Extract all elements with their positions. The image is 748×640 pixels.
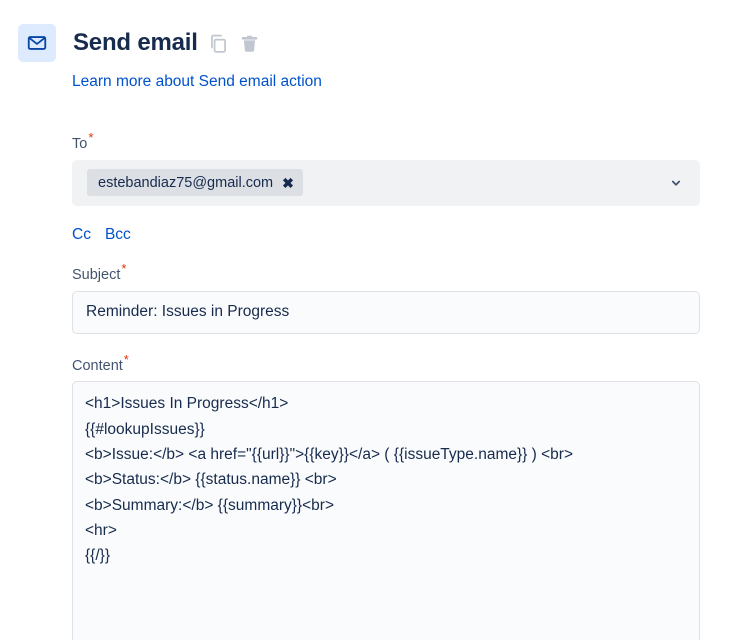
chevron-down-icon[interactable] [669, 176, 689, 190]
title-row: Send email [73, 31, 260, 55]
bcc-link[interactable]: Bcc [105, 225, 131, 244]
to-label-text: To [72, 135, 88, 152]
recipient-chip[interactable]: estebandiaz75@gmail.com ✖ [87, 169, 303, 197]
recipient-chip-label: estebandiaz75@gmail.com [98, 174, 274, 191]
envelope-icon [18, 24, 56, 62]
to-field-label: To* [72, 131, 700, 153]
content-required-marker: * [123, 351, 129, 367]
to-select-field[interactable]: estebandiaz75@gmail.com ✖ [72, 159, 700, 206]
copy-icon[interactable] [208, 33, 229, 54]
learn-more-link[interactable]: Learn more about Send email action [72, 72, 322, 92]
subject-input[interactable] [72, 290, 700, 334]
to-required-marker: * [88, 130, 94, 145]
remove-recipient-icon[interactable]: ✖ [282, 176, 294, 190]
cc-link[interactable]: Cc [72, 225, 91, 244]
email-form: Learn more about Send email action To* e… [72, 72, 700, 640]
send-email-action-panel: Send email Learn more about Send email a… [0, 0, 748, 640]
content-field-label: Content* [72, 353, 700, 375]
subject-field-label: Subject* [72, 262, 700, 284]
content-textarea[interactable]: <h1>Issues In Progress</h1> {{#lookupIss… [72, 381, 700, 640]
content-label-text: Content [72, 357, 123, 374]
subject-required-marker: * [121, 260, 127, 276]
trash-icon[interactable] [239, 33, 260, 54]
cc-bcc-row: Cc Bcc [72, 225, 700, 244]
subject-label-text: Subject [72, 266, 121, 283]
panel-header: Send email [18, 24, 260, 62]
page-title: Send email [73, 29, 198, 56]
